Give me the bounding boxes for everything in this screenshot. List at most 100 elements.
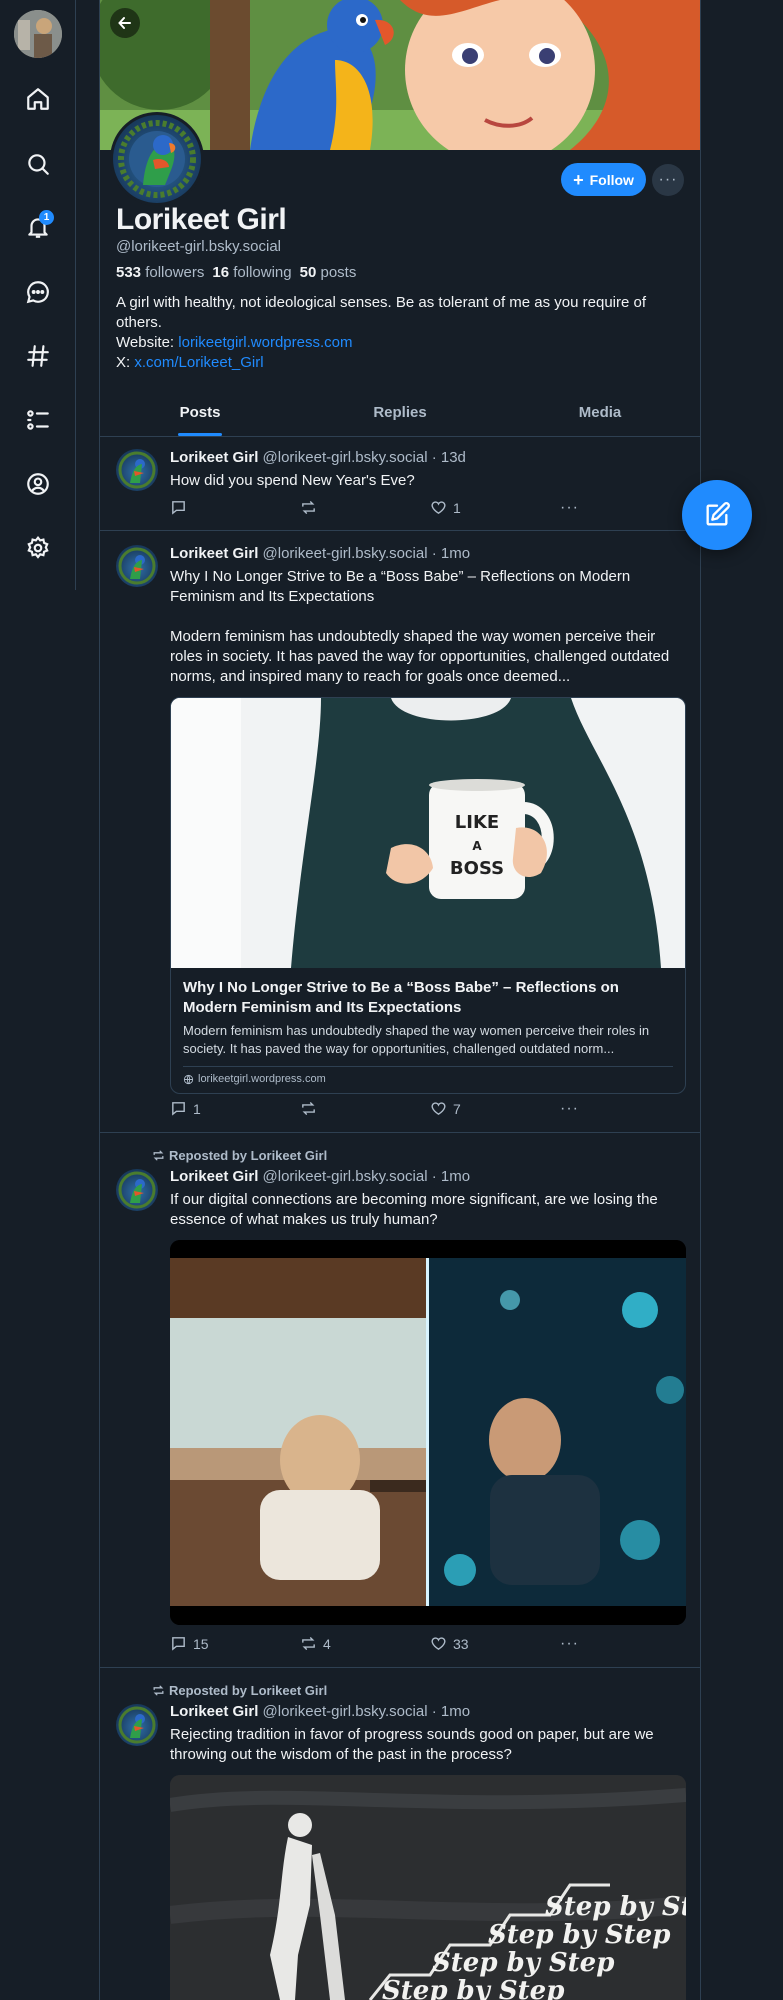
- like-count: 1: [453, 499, 461, 516]
- bio-text: A girl with healthy, not ideological sen…: [116, 294, 647, 331]
- profile-avatar[interactable]: [110, 112, 204, 206]
- post-timestamp[interactable]: · 1mo: [432, 1703, 470, 1720]
- home-icon[interactable]: [20, 81, 56, 117]
- post-more-button[interactable]: ···: [560, 499, 579, 517]
- link-card[interactable]: LIKE A BOSS Why I No Longer Strive to Be…: [170, 697, 686, 1094]
- follow-label: Follow: [589, 171, 634, 188]
- post-timestamp[interactable]: · 13d: [432, 449, 466, 466]
- like-button[interactable]: 1: [430, 499, 461, 516]
- post-author-name[interactable]: Lorikeet Girl: [170, 449, 258, 466]
- bell-icon[interactable]: 1: [20, 209, 56, 245]
- like-button[interactable]: 7: [430, 1100, 461, 1117]
- x-link[interactable]: x.com/Lorikeet_Girl: [134, 354, 263, 371]
- post-image[interactable]: Step by Step Step by Step Step by Step S…: [170, 1775, 686, 2000]
- profile-icon[interactable]: [20, 466, 56, 502]
- post-author-avatar[interactable]: [116, 1704, 158, 1746]
- heart-icon: [431, 501, 446, 515]
- notification-badge: 1: [39, 210, 54, 225]
- post-author-handle[interactable]: @lorikeet-girl.bsky.social: [263, 449, 428, 466]
- post-image[interactable]: [170, 1240, 686, 1625]
- tab-replies[interactable]: Replies: [300, 393, 500, 436]
- repost-button[interactable]: [300, 499, 323, 516]
- followers-stat[interactable]: 533 followers: [116, 264, 204, 281]
- repost-button[interactable]: [300, 1100, 323, 1117]
- reply-button[interactable]: [170, 499, 193, 516]
- reply-button[interactable]: 15: [170, 1635, 209, 1652]
- arrow-left-icon: [118, 17, 131, 29]
- reply-icon: [172, 1637, 185, 1651]
- link-card-description: Modern feminism has undoubtedly shaped t…: [183, 1023, 650, 1056]
- repost-button[interactable]: 4: [300, 1635, 331, 1652]
- hashtag-icon[interactable]: [20, 338, 56, 374]
- post-author-name[interactable]: Lorikeet Girl: [170, 545, 258, 562]
- repost-icon: [153, 1150, 164, 1161]
- chat-icon[interactable]: [20, 274, 56, 310]
- post-header: Lorikeet Girl @lorikeet-girl.bsky.social…: [170, 449, 466, 466]
- post-more-button[interactable]: ···: [560, 1100, 579, 1118]
- repost-label[interactable]: Reposted by Lorikeet Girl: [169, 1683, 327, 1698]
- post-item[interactable]: Reposted by Lorikeet Girl Lorikeet Girl …: [100, 1133, 700, 1668]
- website-link[interactable]: lorikeetgirl.wordpress.com: [178, 334, 352, 351]
- search-icon[interactable]: [20, 146, 56, 182]
- like-button[interactable]: 33: [430, 1635, 469, 1652]
- profile-more-button[interactable]: ···: [652, 164, 684, 196]
- post-actions: 1 7 ···: [170, 1100, 590, 1120]
- globe-icon: [183, 1074, 194, 1084]
- post-author-handle[interactable]: @lorikeet-girl.bsky.social: [263, 1703, 428, 1720]
- link-card-title: Why I No Longer Strive to Be a “Boss Bab…: [183, 979, 619, 1016]
- post-more-button[interactable]: ···: [560, 1635, 579, 1653]
- repost-label[interactable]: Reposted by Lorikeet Girl: [169, 1148, 327, 1163]
- profile-stats: 533 followers 16 following 50 posts: [116, 264, 356, 281]
- settings-icon[interactable]: [20, 530, 56, 566]
- chalk-text: Step by Step: [488, 1920, 670, 1950]
- post-item[interactable]: Lorikeet Girl @lorikeet-girl.bsky.social…: [100, 531, 700, 1133]
- mug-text: LIKE: [455, 812, 499, 833]
- avatar-image: [14, 10, 62, 58]
- profile-tabs: Posts Replies Media: [100, 393, 700, 437]
- bio-x-line: X: x.com/Lorikeet_Girl: [116, 354, 264, 371]
- post-timestamp[interactable]: · 1mo: [432, 545, 470, 562]
- repost-icon: [302, 501, 315, 514]
- post-header: Lorikeet Girl @lorikeet-girl.bsky.social…: [170, 1168, 470, 1185]
- compose-button[interactable]: [682, 480, 752, 550]
- current-user-avatar[interactable]: [14, 10, 62, 58]
- list-icon[interactable]: [20, 402, 56, 438]
- post-timestamp[interactable]: · 1mo: [432, 1168, 470, 1185]
- post-author-avatar[interactable]: [116, 449, 158, 491]
- follow-button[interactable]: + Follow: [561, 163, 646, 196]
- repost-indicator: Reposted by Lorikeet Girl: [152, 1148, 327, 1163]
- post-author-avatar[interactable]: [116, 1169, 158, 1211]
- chalk-text: Step by Step: [545, 1892, 686, 1922]
- post-text: If our digital connections are becoming …: [170, 1191, 658, 1228]
- post-actions: 1 ···: [170, 499, 590, 519]
- plus-icon: +: [573, 169, 584, 190]
- profile-display-name: Lorikeet Girl: [116, 203, 287, 236]
- tab-media[interactable]: Media: [500, 393, 700, 436]
- profile-bio: A girl with healthy, not ideological sen…: [116, 293, 686, 373]
- post-actions: 15 4 33 ···: [170, 1635, 590, 1655]
- post-author-handle[interactable]: @lorikeet-girl.bsky.social: [263, 545, 428, 562]
- post-author-avatar[interactable]: [116, 545, 158, 587]
- repost-icon: [302, 1102, 315, 1115]
- left-nav: 1: [0, 0, 76, 590]
- parrot-avatar-image: [118, 120, 196, 198]
- back-button[interactable]: [110, 8, 140, 38]
- posts-stat: 50 posts: [299, 264, 357, 281]
- bio-website-line: Website: lorikeetgirl.wordpress.com: [116, 334, 353, 351]
- post-item[interactable]: Lorikeet Girl @lorikeet-girl.bsky.social…: [100, 437, 700, 531]
- post-author-handle[interactable]: @lorikeet-girl.bsky.social: [263, 1168, 428, 1185]
- repost-count: 4: [323, 1635, 331, 1652]
- chalk-text: Step by Step: [432, 1948, 614, 1978]
- reply-button[interactable]: 1: [170, 1100, 201, 1117]
- svg-text:BOSS: BOSS: [450, 858, 504, 879]
- post-item[interactable]: Reposted by Lorikeet Girl Lorikeet Girl …: [100, 1668, 700, 2000]
- post-text: Why I No Longer Strive to Be a “Boss Bab…: [170, 568, 631, 605]
- compose-icon: [706, 502, 730, 526]
- repost-indicator: Reposted by Lorikeet Girl: [152, 1683, 327, 1698]
- parrot-avatar-image: [118, 1706, 156, 1744]
- following-stat[interactable]: 16 following: [212, 264, 291, 281]
- reply-icon: [172, 1102, 185, 1116]
- post-author-name[interactable]: Lorikeet Girl: [170, 1703, 258, 1720]
- post-author-name[interactable]: Lorikeet Girl: [170, 1168, 258, 1185]
- tab-posts[interactable]: Posts: [100, 393, 300, 436]
